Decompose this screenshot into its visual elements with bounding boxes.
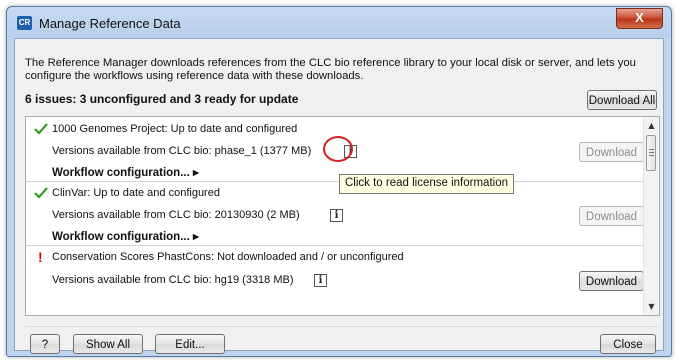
info-icon[interactable]: i	[330, 209, 343, 222]
dialog-content: The Reference Manager downloads referenc…	[14, 38, 664, 354]
scroll-thumb[interactable]	[646, 135, 656, 171]
vertical-scrollbar[interactable]: ▲ ▼	[643, 117, 659, 315]
scroll-down-arrow-icon[interactable]: ▼	[647, 302, 656, 311]
expand-arrow-icon: ▸	[192, 167, 199, 179]
highlight-circle	[323, 136, 353, 162]
edit-button[interactable]: Edit...	[155, 334, 225, 354]
title-bar[interactable]: CR Manage Reference Data X	[7, 7, 671, 38]
item-status-text: ClinVar: Up to date and configured	[52, 187, 220, 199]
item-status-text: Conservation Scores PhastCons: Not downl…	[52, 251, 404, 263]
item-versions-text: Versions available from CLC bio: 2013093…	[52, 209, 300, 221]
help-button[interactable]: ?	[30, 334, 60, 354]
download-button[interactable]: Download	[579, 271, 644, 291]
item-versions-text: Versions available from CLC bio: phase_1…	[52, 145, 312, 157]
footer-divider	[25, 326, 658, 327]
intro-text: The Reference Manager downloads referenc…	[25, 57, 636, 82]
download-all-button[interactable]: Download All	[587, 90, 657, 110]
download-button[interactable]: Download	[579, 206, 644, 226]
warning-exclamation-icon: !	[38, 249, 43, 265]
download-button[interactable]: Download	[579, 142, 644, 162]
item-status-text: 1000 Genomes Project: Up to date and con…	[52, 123, 298, 135]
workflow-configuration-label: Workflow configuration...	[52, 231, 190, 243]
window-title: Manage Reference Data	[39, 16, 181, 31]
app-icon: CR	[17, 16, 32, 30]
item-versions-text: Versions available from CLC bio: hg19 (3…	[52, 274, 294, 286]
issues-summary: 6 issues: 3 unconfigured and 3 ready for…	[25, 92, 299, 106]
workflow-configuration-link[interactable]: Workflow configuration... ▸	[52, 229, 199, 243]
info-icon[interactable]: i	[314, 274, 327, 287]
thumb-grip	[649, 149, 654, 150]
list-item: ! Conservation Scores PhastCons: Not dow…	[26, 246, 644, 315]
license-tooltip: Click to read license information	[339, 174, 514, 194]
check-icon	[34, 123, 48, 135]
workflow-configuration-label: Workflow configuration...	[52, 167, 190, 179]
check-icon	[34, 187, 48, 199]
thumb-grip	[649, 155, 654, 156]
show-all-button[interactable]: Show All	[73, 334, 143, 354]
list-item: ClinVar: Up to date and configured Versi…	[26, 182, 644, 243]
close-button[interactable]: Close	[600, 334, 656, 354]
window-close-button[interactable]: X	[616, 8, 663, 29]
expand-arrow-icon: ▸	[192, 231, 199, 243]
workflow-configuration-link[interactable]: Workflow configuration... ▸	[52, 165, 199, 179]
thumb-grip	[649, 152, 654, 153]
scroll-up-arrow-icon[interactable]: ▲	[647, 121, 656, 130]
